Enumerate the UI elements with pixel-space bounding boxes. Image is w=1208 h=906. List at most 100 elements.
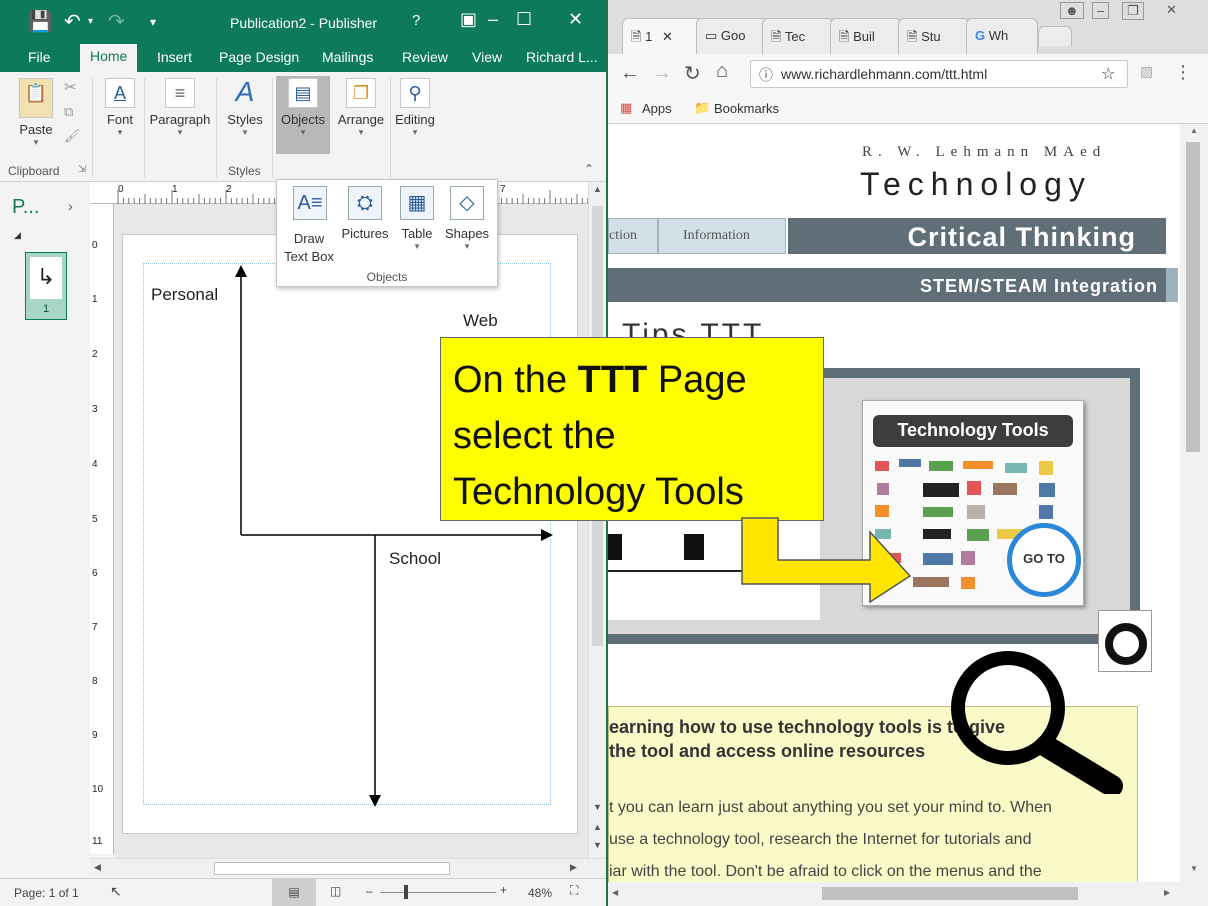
pane-expand-icon[interactable]: › — [68, 198, 73, 214]
zoom-slider-thumb[interactable] — [404, 885, 408, 899]
paragraph-button[interactable]: ≡ Paragraph ▾ — [148, 78, 212, 138]
shapes-button[interactable]: ◇ Shapes ▾ — [443, 186, 491, 252]
profile-icon[interactable]: ☻ — [1060, 2, 1084, 19]
customize-qat-icon[interactable]: ▾ — [150, 15, 156, 29]
paste-button[interactable]: 📋 Paste ▾ — [14, 78, 58, 148]
tab-file[interactable]: File — [28, 49, 51, 65]
group-separator — [144, 78, 145, 178]
next-page-icon[interactable]: ▼ — [593, 840, 602, 850]
document-canvas[interactable]: Personal Web School — [114, 204, 588, 858]
scroll-thumb[interactable] — [214, 862, 450, 875]
maximize-button[interactable]: ☐ — [516, 9, 532, 30]
tab-mailings[interactable]: Mailings — [322, 49, 373, 65]
label-web[interactable]: Web — [463, 311, 498, 331]
nav-tab-information[interactable]: Information — [658, 218, 786, 254]
close-tab-icon[interactable]: ✕ — [662, 29, 673, 44]
browser-tab[interactable]: 🗎 Stu — [898, 18, 970, 54]
chevron-down-icon: ▾ — [177, 127, 183, 137]
zoom-slider[interactable] — [380, 892, 496, 893]
arrange-button[interactable]: ❐ Arrange ▾ — [334, 78, 388, 138]
close-button[interactable]: ✕ — [568, 9, 583, 30]
browser-tab[interactable]: 🗎 Tec — [762, 18, 834, 54]
back-icon[interactable]: ← — [620, 62, 640, 85]
ribbon-display-icon[interactable]: ▣ — [460, 9, 477, 30]
bookmarks-folder[interactable]: Bookmarks — [714, 101, 779, 116]
label-school[interactable]: School — [389, 549, 441, 569]
objects-button[interactable]: ▤ Objects ▾ — [276, 76, 330, 154]
page-scrollbar[interactable]: ▲ ▼ — [1180, 124, 1208, 882]
apps-icon[interactable]: ▦ — [620, 100, 632, 116]
format-painter-icon[interactable]: 🖌 — [64, 128, 81, 144]
scroll-thumb[interactable] — [822, 887, 1078, 900]
tab-page-design[interactable]: Page Design — [219, 49, 299, 65]
scroll-down-icon[interactable]: ▼ — [593, 802, 602, 812]
info-icon[interactable]: ⓘ — [759, 65, 773, 85]
page-horizontal-scrollbar[interactable]: ◀ ▶ — [608, 882, 1208, 906]
publication-page[interactable]: Personal Web School — [122, 234, 578, 834]
pictures-button[interactable]: ⛭ Pictures — [339, 186, 391, 241]
scroll-right-icon[interactable]: ▶ — [1164, 888, 1170, 897]
font-button[interactable]: A Font ▾ — [100, 78, 140, 138]
styles-button[interactable]: A Styles ▾ — [224, 78, 266, 138]
dialog-launcher-icon[interactable]: ⇲ — [78, 164, 86, 175]
fit-page-icon[interactable]: ⛶ — [570, 883, 578, 898]
minimize-button[interactable]: – — [1092, 2, 1110, 19]
browser-tab[interactable]: 🗎 Buil — [830, 18, 902, 54]
table-button[interactable]: ▦ Table ▾ — [397, 186, 437, 252]
home-icon[interactable]: ⌂ — [716, 60, 728, 83]
objects-group-label: Objects — [366, 270, 408, 284]
scroll-left-icon[interactable]: ◀ — [94, 862, 101, 873]
scroll-right-icon[interactable]: ▶ — [570, 862, 577, 873]
browser-tab[interactable]: G Wh — [966, 18, 1038, 54]
vertical-ruler[interactable]: 0 1 2 3 4 5 6 7 8 9 10 11 — [90, 204, 114, 854]
undo-dropdown-icon[interactable]: ▾ — [88, 16, 93, 27]
save-icon[interactable]: 💾 — [28, 9, 53, 34]
page-thumbnail[interactable]: ↳ 1 — [25, 252, 67, 320]
scroll-up-icon[interactable]: ▲ — [1190, 126, 1198, 135]
undo-icon[interactable]: ↶ — [64, 9, 81, 34]
collapse-ribbon-icon[interactable]: ⌃ — [584, 162, 594, 176]
axis-diagram[interactable] — [123, 235, 579, 835]
tab-view[interactable]: View — [472, 49, 502, 65]
clipboard-icon: 📋 — [19, 78, 53, 118]
label-personal[interactable]: Personal — [151, 285, 218, 305]
tab-home[interactable]: Home — [80, 44, 138, 72]
tab-account[interactable]: Richard L... — [526, 49, 598, 65]
forward-icon[interactable]: → — [652, 62, 672, 85]
close-button[interactable]: ✕ — [1166, 2, 1177, 18]
minimize-button[interactable]: – — [488, 9, 498, 30]
redo-icon[interactable]: ↷ — [108, 9, 125, 34]
tab-review[interactable]: Review — [402, 49, 448, 65]
bookmark-star-icon[interactable]: ☆ — [1101, 64, 1115, 84]
tab-insert[interactable]: Insert — [157, 49, 192, 65]
restore-button[interactable]: ❐ — [1122, 2, 1144, 20]
draw-text-box-button[interactable]: A≡ — [289, 186, 331, 226]
scroll-up-icon[interactable]: ▲ — [593, 184, 602, 194]
cut-icon[interactable]: ✂ — [64, 78, 77, 96]
previous-page-icon[interactable]: ▲ — [593, 822, 602, 832]
page-count[interactable]: Page: 1 of 1 — [14, 886, 79, 900]
extension-icon[interactable]: ▨ — [1140, 63, 1153, 80]
scroll-down-icon[interactable]: ▼ — [1190, 864, 1198, 873]
two-page-view-icon[interactable]: ◫ — [330, 884, 341, 898]
browser-tab[interactable]: ▭ Goo — [696, 18, 768, 54]
menu-icon[interactable]: ⋮ — [1174, 62, 1192, 83]
copy-icon[interactable]: ⧉ — [64, 104, 73, 120]
scroll-left-icon[interactable]: ◀ — [612, 888, 618, 897]
apps-link[interactable]: Apps — [642, 101, 672, 116]
info-text-line-3: iar with the tool. Don't be afraid to cl… — [609, 863, 1042, 880]
go-to-button[interactable]: GO TO — [1007, 523, 1081, 597]
zoom-level[interactable]: 48% — [528, 886, 552, 900]
nav-tab-section[interactable]: ction — [608, 218, 658, 254]
new-tab-button[interactable] — [1038, 26, 1072, 46]
scroll-thumb[interactable] — [1186, 142, 1200, 452]
browser-tab[interactable]: 🗎 1 ✕ — [622, 18, 702, 54]
help-button[interactable]: ? — [412, 12, 420, 29]
single-page-view-icon[interactable]: ▤ — [272, 879, 316, 906]
address-bar[interactable]: ⓘ www.richardlehmann.com/ttt.html ☆ — [750, 60, 1128, 88]
editing-button[interactable]: ⚲ Editing ▾ — [392, 78, 438, 138]
zoom-in-button[interactable]: + — [500, 883, 507, 897]
zoom-out-button[interactable]: – — [366, 884, 373, 898]
reload-icon[interactable]: ↻ — [684, 61, 701, 86]
horizontal-scrollbar[interactable]: ◀ ▶ — [90, 858, 606, 878]
